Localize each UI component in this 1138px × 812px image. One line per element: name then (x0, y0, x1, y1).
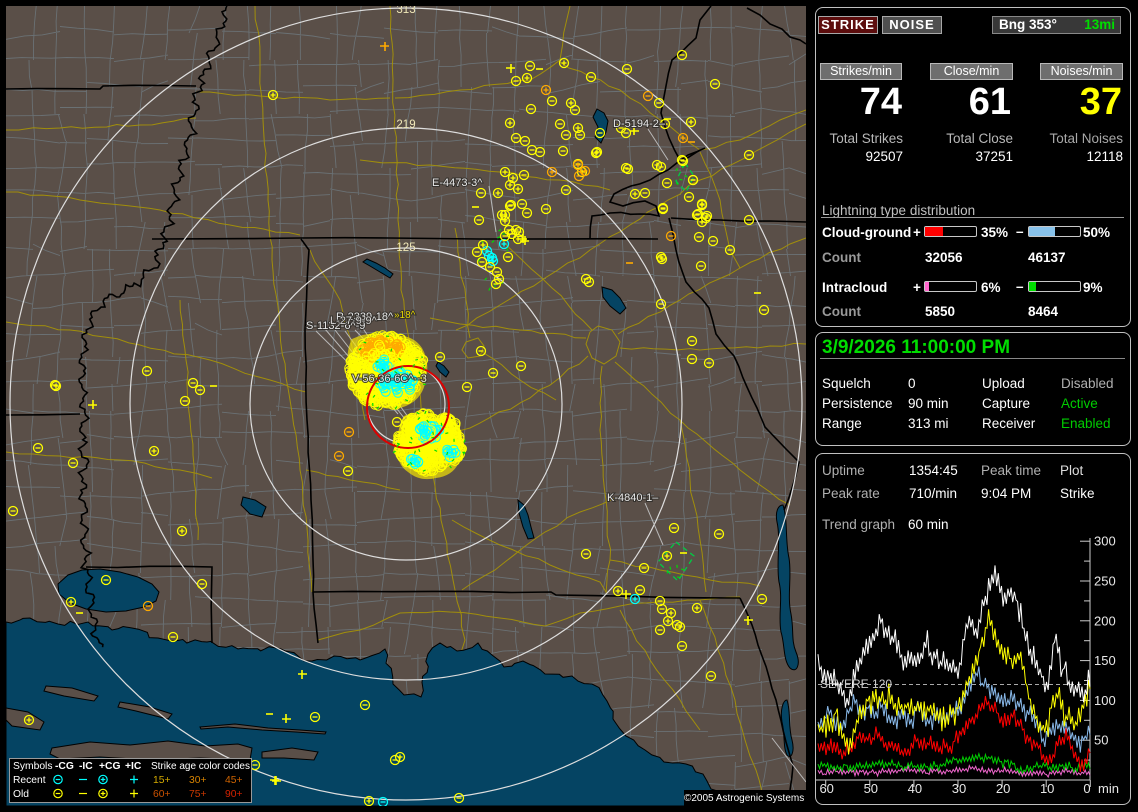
svg-text:219: 219 (396, 119, 415, 131)
svg-text:+IC: +IC (125, 761, 142, 772)
svg-text:50: 50 (864, 781, 878, 796)
svg-text:Strike age color codes: Strike age color codes (151, 761, 250, 772)
svg-text:125: 125 (396, 242, 415, 254)
svg-text:Recent: Recent (13, 775, 46, 786)
svg-text:150: 150 (1094, 653, 1116, 668)
svg-text:©2005 Astrogenic Systems: ©2005 Astrogenic Systems (684, 793, 804, 804)
svg-text:20: 20 (996, 781, 1010, 796)
svg-text:40: 40 (908, 781, 922, 796)
svg-text:0: 0 (1083, 781, 1090, 796)
svg-text:E-4473-3^: E-4473-3^ (432, 177, 483, 189)
svg-text:SEVERE 120: SEVERE 120 (820, 677, 892, 691)
svg-text:K-4840-1–: K-4840-1– (607, 492, 659, 504)
svg-text:15+: 15+ (153, 775, 170, 786)
svg-text:60+: 60+ (153, 789, 170, 800)
svg-text:313: 313 (396, 6, 415, 16)
svg-text:200: 200 (1094, 613, 1116, 628)
svg-text:V-56·36-6C^··3: V-56·36-6C^··3 (352, 373, 427, 385)
svg-text:90+: 90+ (225, 789, 242, 800)
svg-text:30+: 30+ (189, 775, 206, 786)
svg-text:250: 250 (1094, 574, 1116, 589)
svg-text:45+: 45+ (225, 775, 242, 786)
svg-text:300: 300 (1094, 536, 1116, 549)
svg-text:+CG: +CG (99, 761, 120, 772)
svg-text:Old: Old (13, 789, 29, 800)
svg-text:L-27·9-9^: L-27·9-9^ (330, 315, 378, 327)
svg-text:100: 100 (1094, 693, 1116, 708)
svg-text:30: 30 (952, 781, 966, 796)
svg-text:-CG: -CG (55, 761, 74, 772)
svg-text:min: min (1098, 781, 1119, 796)
svg-text:D-5194-2–: D-5194-2– (613, 118, 666, 130)
svg-text:»18^: »18^ (394, 310, 416, 321)
svg-text:-IC: -IC (79, 761, 93, 772)
svg-text:60: 60 (819, 781, 833, 796)
svg-text:50: 50 (1094, 733, 1108, 748)
svg-text:Symbols: Symbols (13, 761, 52, 772)
svg-text:75+: 75+ (189, 789, 206, 800)
svg-text:10: 10 (1040, 781, 1054, 796)
